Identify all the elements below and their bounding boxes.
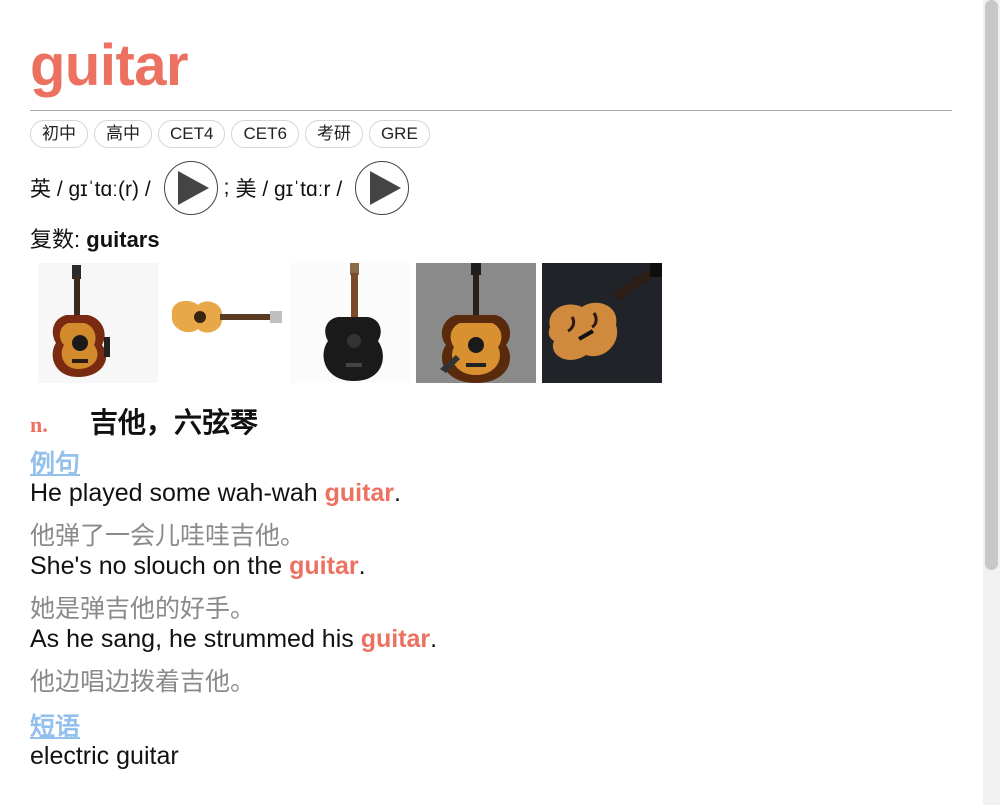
pron-separator: ; <box>223 176 230 199</box>
example-translation: 他边唱边拨着吉他。 <box>30 668 256 696</box>
headword: guitar <box>30 33 189 98</box>
tag-cet4[interactable]: CET4 <box>158 120 226 148</box>
tag-cet6[interactable]: CET6 <box>231 120 299 148</box>
uk-play-button[interactable] <box>163 161 218 215</box>
us-phonetic: 美 / ɡɪˈtɑːr / <box>235 178 343 201</box>
examples-list: He played some wah-wah guitar. 他弹了一会儿哇哇吉… <box>30 479 952 698</box>
tag-kaoyan[interactable]: 考研 <box>304 120 363 148</box>
guitar-photo-2[interactable] <box>164 263 284 383</box>
guitar-photo-3[interactable] <box>290 263 410 383</box>
divider <box>30 110 952 111</box>
definition: n. 吉他，六弦琴 <box>30 401 952 438</box>
example-sentence: He played some wah-wah guitar. <box>30 479 401 507</box>
example-sentence: She's no slouch on the guitar. <box>30 552 366 580</box>
guitar-photo-1[interactable] <box>38 263 158 383</box>
tag-chuzhong[interactable]: 初中 <box>30 120 88 148</box>
example-item: She's no slouch on the guitar. 她是弹吉他的好手。 <box>30 552 952 625</box>
example-item: As he sang, he strummed his guitar. 他边唱边… <box>30 625 952 698</box>
plural-label: 复数: <box>30 227 81 252</box>
us-play-button[interactable] <box>355 161 410 215</box>
keyword-highlight: guitar <box>289 552 359 580</box>
play-icon <box>178 171 210 205</box>
phrase-item: electric guitar <box>30 742 179 770</box>
example-translation: 他弹了一会儿哇哇吉他。 <box>30 522 306 550</box>
examples-heading-link[interactable]: 例句 <box>30 449 80 479</box>
example-item: He played some wah-wah guitar. 他弹了一会儿哇哇吉… <box>30 479 952 552</box>
pronunciation-row: 英 / ɡɪˈtɑː(r) / ; 美 / ɡɪˈtɑːr / <box>30 160 952 216</box>
word-entry: guitar 初中 高中 CET4 CET6 考研 GRE 英 / ɡɪˈtɑː… <box>30 0 952 771</box>
plural-value: guitars <box>86 227 160 252</box>
definition-meaning: 吉他，六弦琴 <box>90 407 259 438</box>
keyword-highlight: guitar <box>324 479 395 507</box>
guitar-photo-4[interactable] <box>416 263 536 383</box>
scrollbar-thumb[interactable] <box>985 0 998 570</box>
uk-phonetic: 英 / ɡɪˈtɑː(r) / <box>30 178 151 201</box>
level-tags: 初中 高中 CET4 CET6 考研 GRE <box>30 120 952 148</box>
part-of-speech: n. <box>30 412 48 437</box>
phrases-heading-link[interactable]: 短语 <box>30 712 80 742</box>
guitar-photo-5[interactable] <box>542 263 662 383</box>
image-strip <box>38 263 952 383</box>
play-icon <box>369 171 401 205</box>
tag-gaozhong[interactable]: 高中 <box>94 120 152 148</box>
keyword-highlight: guitar <box>360 625 431 653</box>
example-translation: 她是弹吉他的好手。 <box>30 595 256 623</box>
scrollbar-track[interactable] <box>983 0 1000 805</box>
tag-gre[interactable]: GRE <box>368 120 430 148</box>
plural-form: 复数: guitars <box>30 225 952 255</box>
example-sentence: As he sang, he strummed his guitar. <box>30 625 438 653</box>
